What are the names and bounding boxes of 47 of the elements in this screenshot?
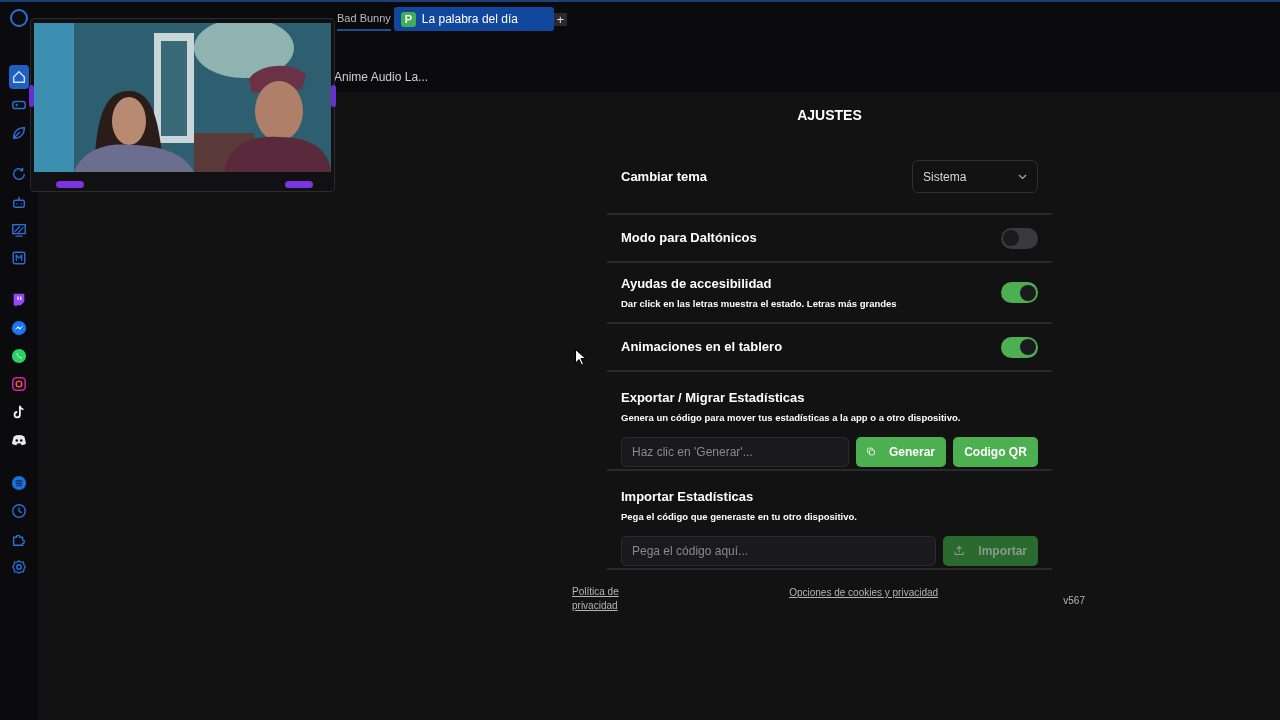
home-icon	[11, 69, 27, 85]
toggle-switch[interactable]	[1001, 227, 1038, 249]
phone-bubble-icon	[11, 348, 27, 364]
frame-accent	[56, 181, 84, 188]
camera-icon	[11, 376, 27, 392]
input-field[interactable]: Haz clic en 'Generar'...	[621, 436, 849, 467]
refresh-icon	[11, 166, 27, 182]
version-label: v567	[1063, 594, 1085, 608]
setting-description: Pega el código que generaste en tu otro dispositivo.	[621, 509, 858, 524]
leaf-icon	[11, 125, 27, 141]
toggle-switch[interactable]	[1001, 282, 1038, 303]
favicon: P	[400, 11, 416, 27]
monitor-icon	[11, 222, 27, 238]
music-circle-icon	[11, 475, 27, 491]
browser-tab[interactable]: P La palabra del día	[393, 7, 554, 31]
bookmark-item[interactable]: Anime Audio La...	[334, 68, 429, 86]
setting-label: Exportar / Migrar Estadísticas	[621, 389, 806, 407]
chat-bubble-icon	[11, 292, 27, 308]
setting-label: Animaciones en el tablero	[621, 338, 783, 357]
frame-accent	[331, 85, 336, 107]
privacy-link[interactable]: Política de privacidad	[572, 585, 624, 613]
cursor-icon	[575, 349, 586, 366]
setting-label: Importar Estadísticas	[621, 488, 755, 506]
setting-description: Dar click en las letras muestra el estado. Letras más grandes	[621, 296, 897, 311]
browser-logo-icon[interactable]	[10, 9, 28, 27]
frame-accent	[285, 181, 313, 188]
sidebar-item[interactable]	[9, 65, 29, 89]
theme-dropdown[interactable]: Sistema	[912, 160, 1038, 193]
messenger-icon	[11, 320, 27, 336]
browser-tab[interactable]: Bad Bunny	[337, 7, 391, 31]
clock-icon	[11, 503, 27, 519]
input-field[interactable]: Pega el código aquí...	[621, 535, 936, 566]
frame-accent	[29, 85, 34, 107]
toggle-switch[interactable]	[1001, 336, 1038, 358]
game-controller-icon	[11, 432, 27, 448]
letter-m-icon	[11, 250, 27, 266]
page-title: AJUSTES	[796, 106, 863, 125]
setting-description: Genera un código para mover tus estadísticas a la app o a otro dispositivo.	[621, 410, 962, 425]
setting-label: Ayudas de accesibilidad	[621, 275, 773, 294]
copy-icon	[867, 445, 875, 459]
setting-label: Cambiar tema	[621, 167, 707, 186]
upload-icon	[954, 544, 965, 558]
settings-icon	[11, 559, 27, 575]
setting-label: Modo para Daltónicos	[621, 229, 757, 248]
chevron-down-icon	[1018, 173, 1027, 180]
robot-icon	[11, 194, 27, 210]
cookies-link[interactable]: Opciones de cookies y privacidad	[789, 585, 939, 600]
